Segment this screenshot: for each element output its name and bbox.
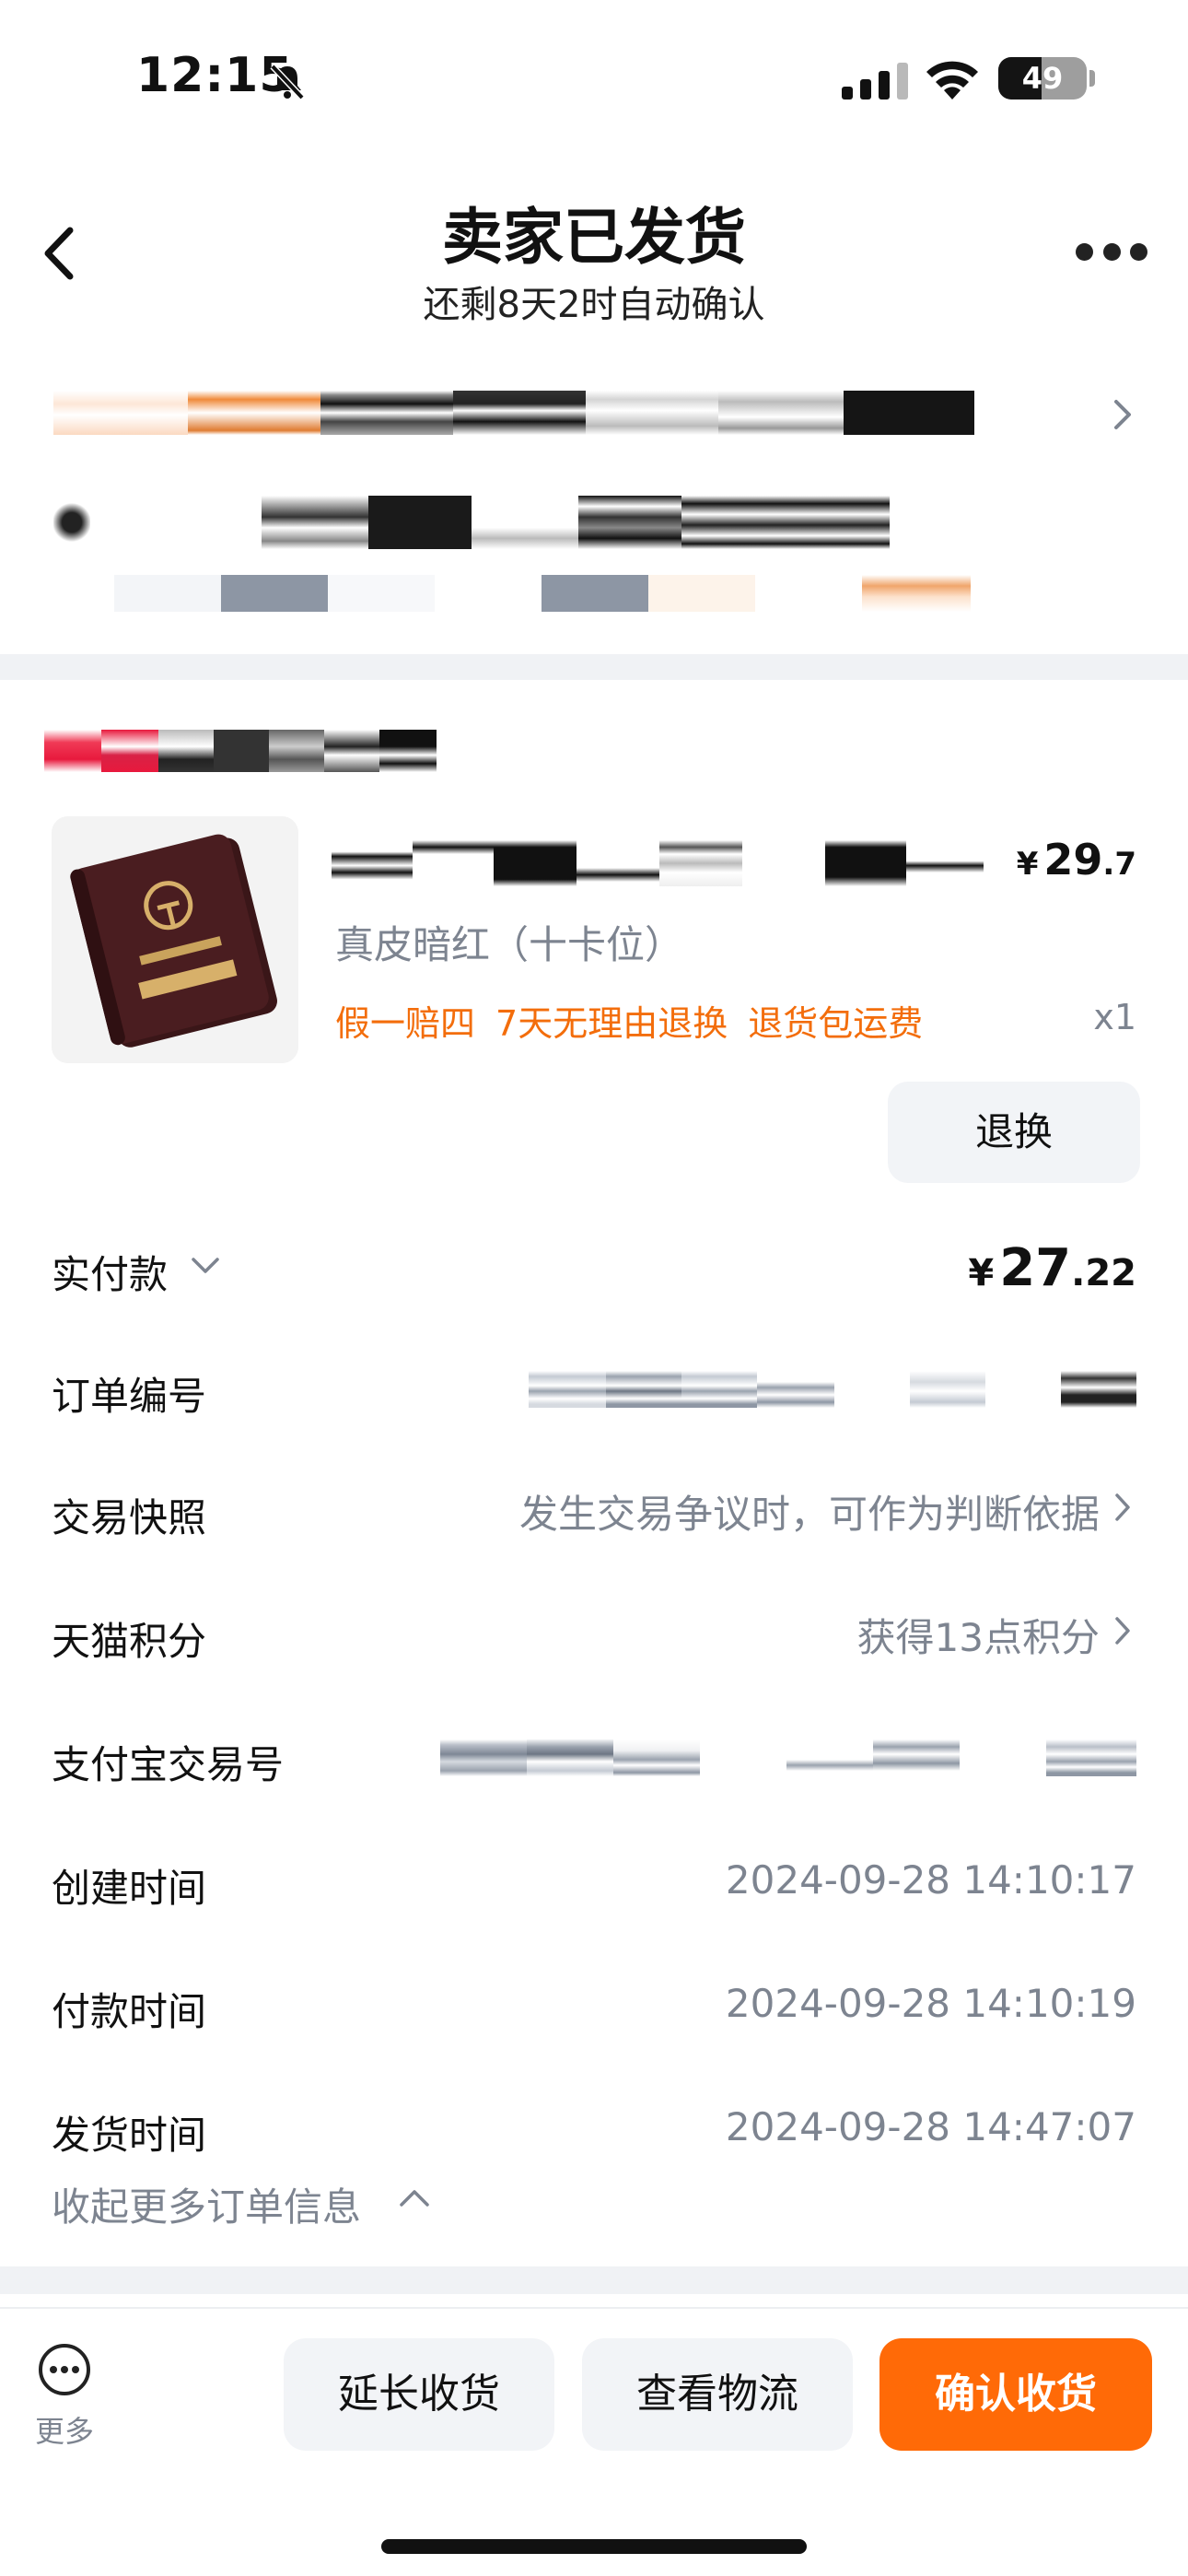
redacted-shop-name[interactable] xyxy=(44,730,437,772)
collapse-order-info-link[interactable]: 收起更多订单信息 xyxy=(52,2176,361,2232)
redacted-alipay-number xyxy=(440,1739,1136,1776)
battery-icon: 49 xyxy=(998,57,1087,100)
chevron-up-icon[interactable] xyxy=(398,2187,431,2209)
battery-cap xyxy=(1089,70,1095,87)
price-decimal: .7 xyxy=(1102,846,1136,883)
trade-snapshot-hint: 发生交易争议时，可作为判断依据 xyxy=(518,1492,1100,1537)
created-time-value: 2024-09-28 14:10:17 xyxy=(725,1857,1136,1903)
tag-free-return-shipping: 退货包运费 xyxy=(748,1003,924,1044)
price-integer: 29 xyxy=(1043,835,1103,884)
tag-7-day-return: 7天无理由退换 xyxy=(495,1003,728,1044)
service-tags: 假一赔四 7天无理由退换 退货包运费 xyxy=(335,995,943,1046)
currency-symbol: ¥ xyxy=(968,1252,995,1294)
section-divider xyxy=(0,2266,1188,2294)
order-number-label: 订单编号 xyxy=(52,1374,207,1419)
product-quantity: x1 xyxy=(1093,997,1136,1037)
product-price: ¥29.7 xyxy=(1017,835,1136,884)
chevron-right-icon[interactable] xyxy=(1111,396,1135,433)
product-variant: 真皮暗红（十卡位） xyxy=(335,922,684,967)
extend-receipt-button[interactable]: 延长收货 xyxy=(284,2338,554,2451)
currency-symbol: ¥ xyxy=(1016,846,1039,883)
view-logistics-button[interactable]: 查看物流 xyxy=(582,2338,853,2451)
battery-level: 49 xyxy=(1021,61,1064,96)
paid-time-label: 付款时间 xyxy=(52,1989,207,2034)
tmall-points-label: 天猫积分 xyxy=(52,1619,207,1664)
paid-amount-value: ¥27.22 xyxy=(968,1238,1136,1298)
cellular-signal-icon xyxy=(842,63,908,100)
home-indicator xyxy=(381,2539,807,2554)
paid-amount-label: 实付款 xyxy=(52,1252,169,1297)
bell-muted-icon xyxy=(270,64,305,100)
paid-amount-decimal: .22 xyxy=(1071,1252,1136,1294)
confirm-receipt-button[interactable]: 确认收货 xyxy=(879,2338,1152,2451)
section-divider xyxy=(0,654,1188,680)
shipped-time-value: 2024-09-28 14:47:07 xyxy=(725,2104,1136,2149)
chevron-down-icon[interactable] xyxy=(190,1255,221,1277)
alipay-number-label: 支付宝交易号 xyxy=(52,1742,285,1787)
auto-confirm-countdown: 还剩8天2时自动确认 xyxy=(423,284,765,326)
status-bar: 12:15 49 xyxy=(0,0,1188,157)
wifi-icon xyxy=(926,61,978,100)
refund-exchange-button[interactable]: 退换 xyxy=(888,1082,1140,1183)
paid-time-value: 2024-09-28 14:10:19 xyxy=(725,1981,1136,2026)
redacted-product-title[interactable] xyxy=(332,840,984,886)
tag-fake-compensation: 假一赔四 xyxy=(335,1003,476,1044)
chevron-right-icon[interactable] xyxy=(1112,1614,1133,1647)
work-card-image xyxy=(52,816,298,1063)
trade-snapshot-label: 交易快照 xyxy=(52,1495,207,1540)
more-label[interactable]: 更多 xyxy=(31,2408,98,2451)
redacted-address-line-2 xyxy=(114,575,971,612)
page-title: 卖家已发货 xyxy=(442,202,746,273)
redacted-logistics-line xyxy=(53,391,974,435)
more-horizontal-icon[interactable] xyxy=(1076,241,1147,263)
tmall-points-value: 获得13点积分 xyxy=(856,1615,1100,1660)
more-circle-icon[interactable] xyxy=(37,2342,92,2397)
chevron-right-icon[interactable] xyxy=(1112,1491,1133,1524)
shipped-time-label: 发货时间 xyxy=(52,2113,207,2158)
redacted-address-line-1 xyxy=(53,496,890,549)
product-image[interactable] xyxy=(52,816,298,1063)
paid-amount-integer: 27 xyxy=(999,1238,1072,1298)
redacted-order-number xyxy=(529,1371,1136,1408)
created-time-label: 创建时间 xyxy=(52,1866,207,1911)
